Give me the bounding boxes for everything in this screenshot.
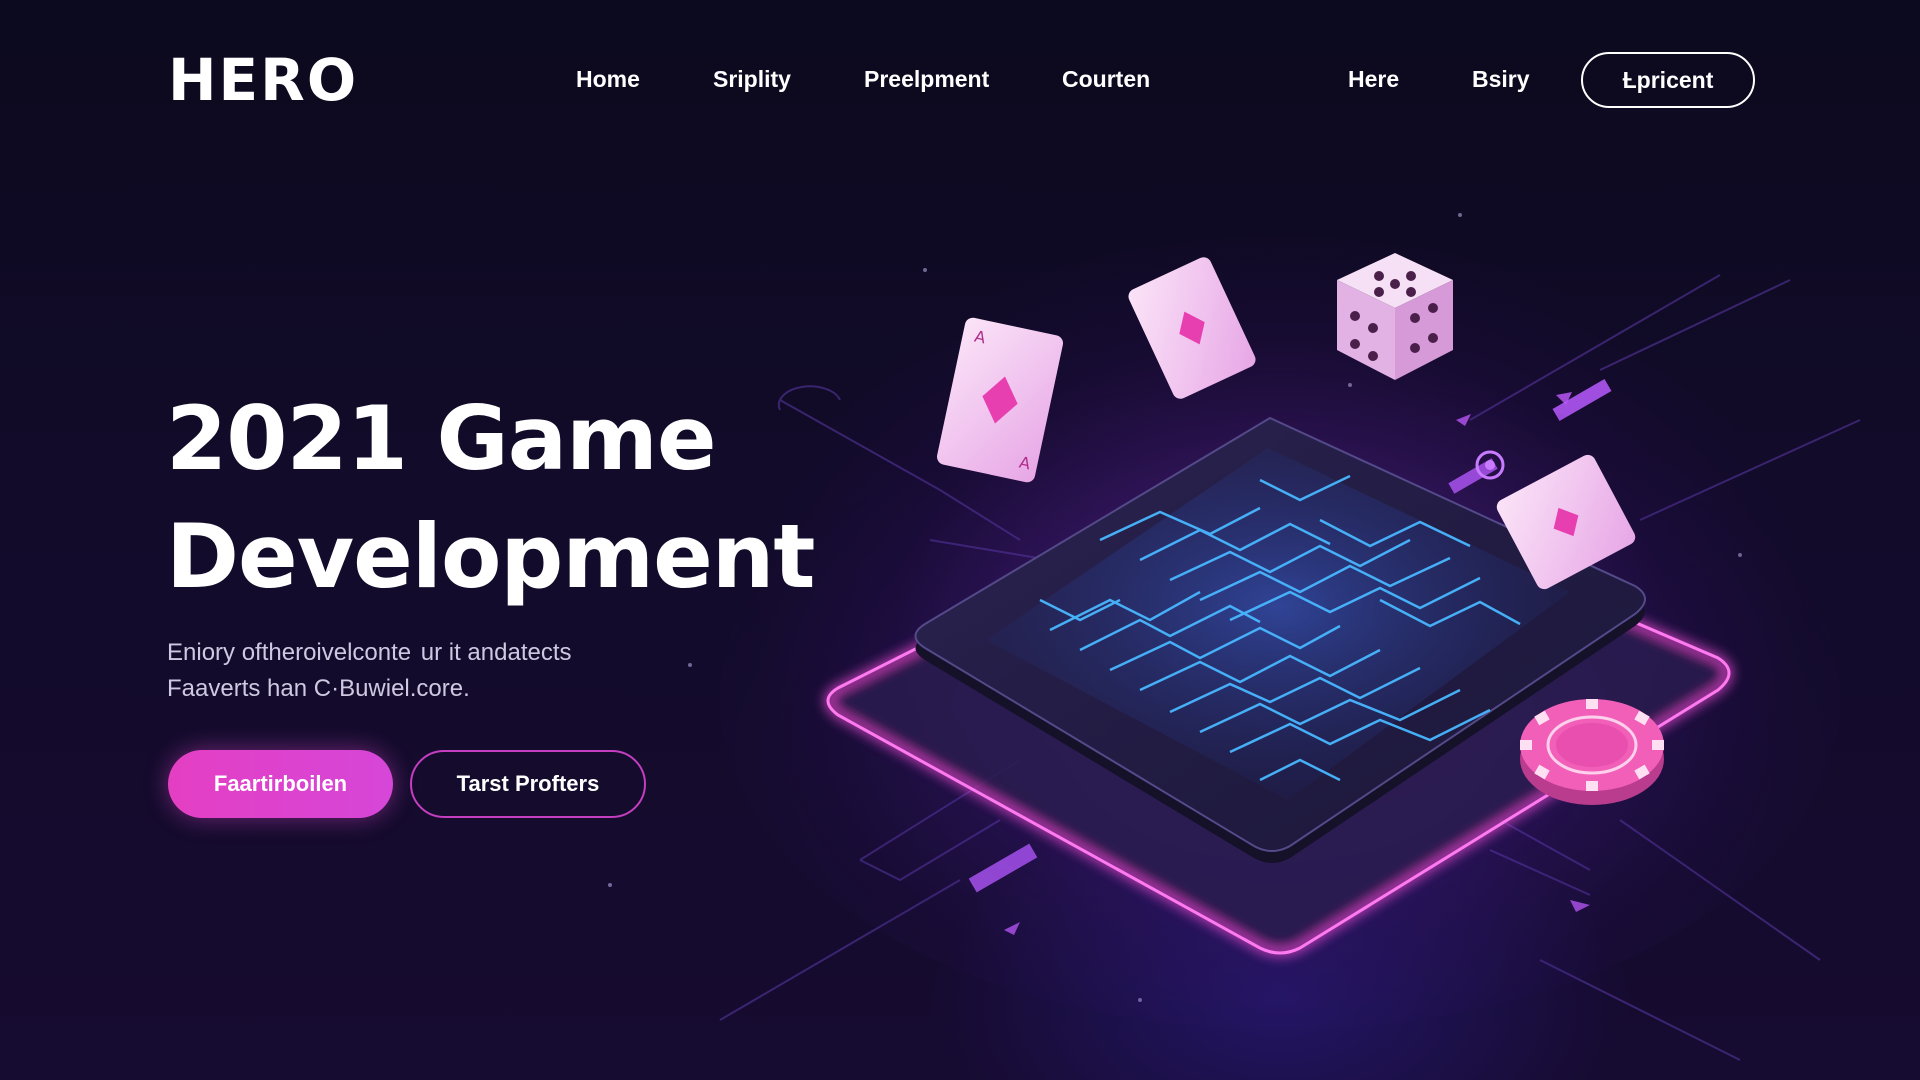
svg-text:A: A <box>1018 453 1033 474</box>
playing-card-left: A A <box>936 317 1064 483</box>
hero-title-line-1: 2021 Game <box>166 387 717 490</box>
secondary-cta-button[interactable]: Tarst Profters <box>410 750 646 818</box>
hero-title: 2021 Game Development <box>166 380 866 616</box>
nav-link-bsiry[interactable]: Bsiry <box>1472 64 1530 94</box>
nav-cta-button[interactable]: Ƚpricent <box>1581 52 1755 108</box>
hero-description: Eniory oftheroivelconte ur it andatects … <box>167 635 687 707</box>
svg-text:A: A <box>973 327 988 348</box>
maze-tablet <box>914 416 1646 863</box>
nav-link-sriplity[interactable]: Sriplity <box>713 64 791 94</box>
hero-description-line-1: Eniory oftheroivelconte ur it andatects <box>167 639 572 666</box>
poker-chip-icon <box>1520 699 1664 805</box>
primary-cta-button[interactable]: Faartirboilen <box>168 750 393 818</box>
playing-card-right <box>1496 454 1636 590</box>
hero-title-line-2: Development <box>166 505 815 608</box>
playing-card-top <box>1128 257 1256 399</box>
dice-icon <box>1337 253 1453 380</box>
nav-link-preelpment[interactable]: Preelpment <box>864 64 989 94</box>
nav-link-home[interactable]: Home <box>576 64 640 94</box>
hero-description-line-2: Faaverts han C·Buwiel.core. <box>167 675 470 702</box>
glow-platform <box>825 464 1732 956</box>
nav-link-here[interactable]: Here <box>1348 64 1399 94</box>
navbar: HERO Home Sriplity Preelpment Courten He… <box>0 0 1920 160</box>
logo[interactable]: HERO <box>168 50 358 110</box>
nav-link-courten[interactable]: Courten <box>1062 64 1150 94</box>
circuit-lines <box>719 274 1861 1061</box>
key-icon <box>1475 450 1505 480</box>
